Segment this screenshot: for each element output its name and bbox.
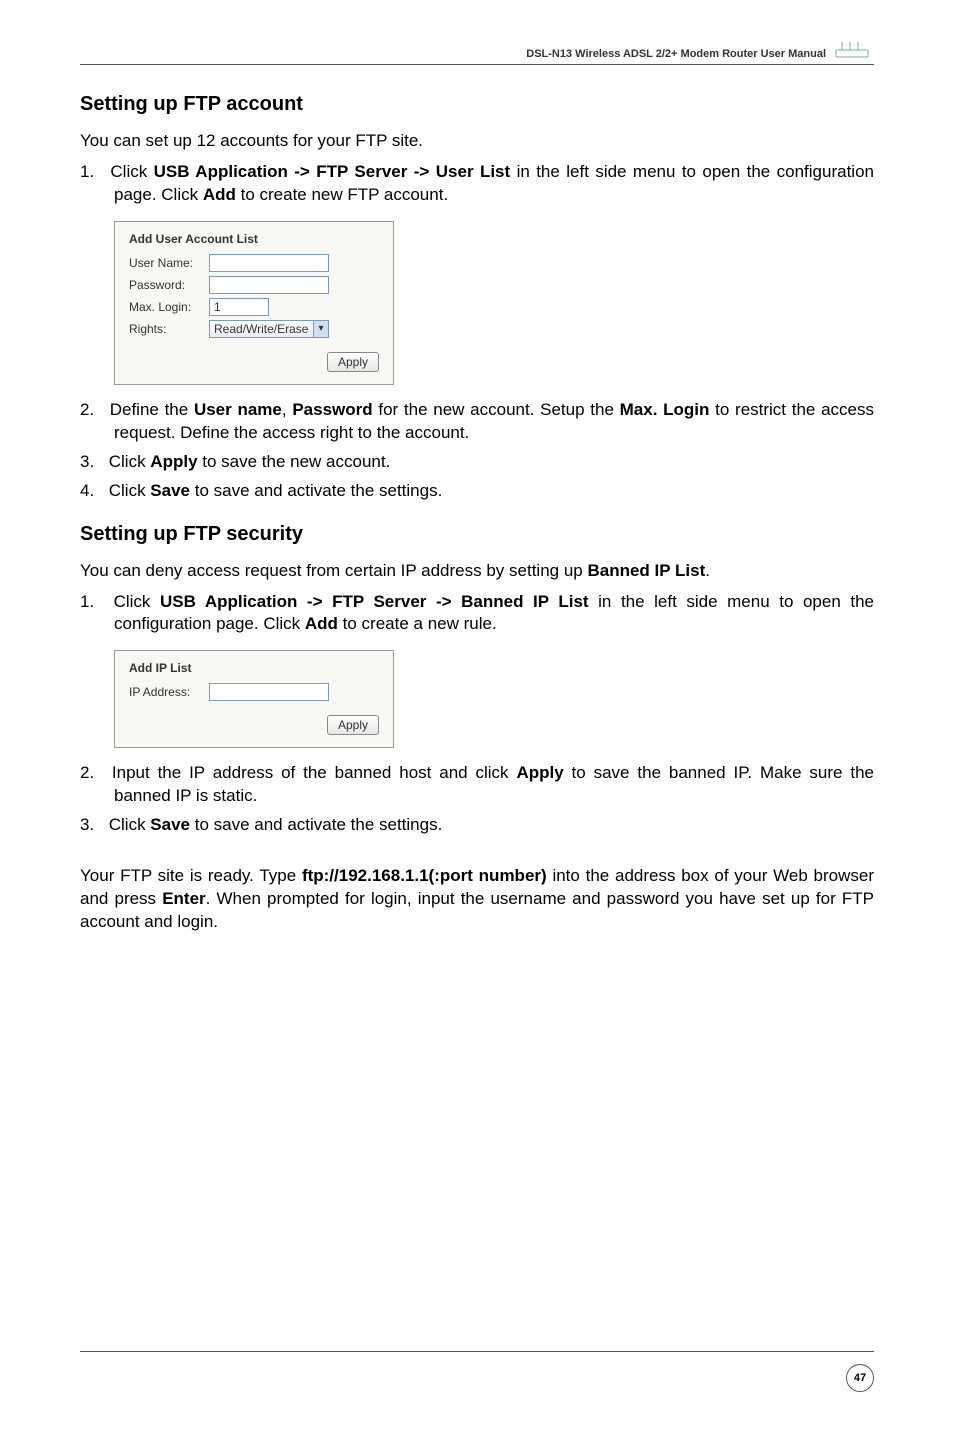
footer-rule xyxy=(80,1351,874,1352)
apply-button[interactable]: Apply xyxy=(327,352,379,372)
steps-list-account-cont: 2. Define the User name, Password for th… xyxy=(80,399,874,503)
intro-text: You can set up 12 accounts for your FTP … xyxy=(80,130,874,153)
step-text: Input the IP address of the banned host … xyxy=(112,763,874,805)
intro-text-security: You can deny access request from certain… xyxy=(80,560,874,583)
step-number: 3. xyxy=(80,814,104,837)
max-login-input[interactable]: 1 xyxy=(209,298,269,316)
step-text: Click Save to save and activate the sett… xyxy=(109,815,443,834)
section-heading-ftp-account: Setting up FTP account xyxy=(80,93,874,116)
router-logo-icon xyxy=(834,40,874,60)
section-heading-ftp-security: Setting up FTP security xyxy=(80,523,874,546)
page-number: 47 xyxy=(846,1364,874,1392)
apply-button[interactable]: Apply xyxy=(327,715,379,735)
closing-paragraph: Your FTP site is ready. Type ftp://192.1… xyxy=(80,865,874,934)
label-max-login: Max. Login: xyxy=(129,300,209,314)
steps-list-security: 1. Click USB Application -> FTP Server -… xyxy=(80,591,874,637)
add-user-account-panel: Add User Account List User Name: Passwor… xyxy=(114,221,394,385)
add-ip-list-panel: Add IP List IP Address: Apply xyxy=(114,650,394,748)
step-item: 1. Click USB Application -> FTP Server -… xyxy=(80,161,874,207)
step-number: 4. xyxy=(80,480,104,503)
step-item: 2. Input the IP address of the banned ho… xyxy=(80,762,874,808)
panel-title: Add User Account List xyxy=(129,232,379,246)
password-input[interactable] xyxy=(209,276,329,294)
header-title: DSL-N13 Wireless ADSL 2/2+ Modem Router … xyxy=(526,48,826,60)
rights-value: Read/Write/Erase xyxy=(214,322,308,336)
rights-select[interactable]: Read/Write/Erase ▾ xyxy=(209,320,329,338)
step-number: 1. xyxy=(80,161,104,184)
steps-list-security-cont: 2. Input the IP address of the banned ho… xyxy=(80,762,874,837)
step-number: 2. xyxy=(80,399,104,422)
username-input[interactable] xyxy=(209,254,329,272)
label-username: User Name: xyxy=(129,256,209,270)
panel-title: Add IP List xyxy=(129,661,379,675)
page-header: DSL-N13 Wireless ADSL 2/2+ Modem Router … xyxy=(80,40,874,65)
ip-address-input[interactable] xyxy=(209,683,329,701)
step-text: Click Save to save and activate the sett… xyxy=(109,481,443,500)
steps-list-account: 1. Click USB Application -> FTP Server -… xyxy=(80,161,874,207)
step-item: 1. Click USB Application -> FTP Server -… xyxy=(80,591,874,637)
step-text: Click USB Application -> FTP Server -> U… xyxy=(110,162,874,204)
step-item: 3. Click Apply to save the new account. xyxy=(80,451,874,474)
step-number: 3. xyxy=(80,451,104,474)
label-password: Password: xyxy=(129,278,209,292)
chevron-down-icon: ▾ xyxy=(313,321,328,337)
label-ip-address: IP Address: xyxy=(129,685,209,699)
label-rights: Rights: xyxy=(129,322,209,336)
step-text: Click Apply to save the new account. xyxy=(109,452,391,471)
step-item: 2. Define the User name, Password for th… xyxy=(80,399,874,445)
step-text: Define the User name, Password for the n… xyxy=(110,400,874,442)
step-text: Click USB Application -> FTP Server -> B… xyxy=(114,592,874,634)
step-item: 4. Click Save to save and activate the s… xyxy=(80,480,874,503)
step-number: 2. xyxy=(80,762,104,785)
step-item: 3. Click Save to save and activate the s… xyxy=(80,814,874,837)
step-number: 1. xyxy=(80,591,104,614)
